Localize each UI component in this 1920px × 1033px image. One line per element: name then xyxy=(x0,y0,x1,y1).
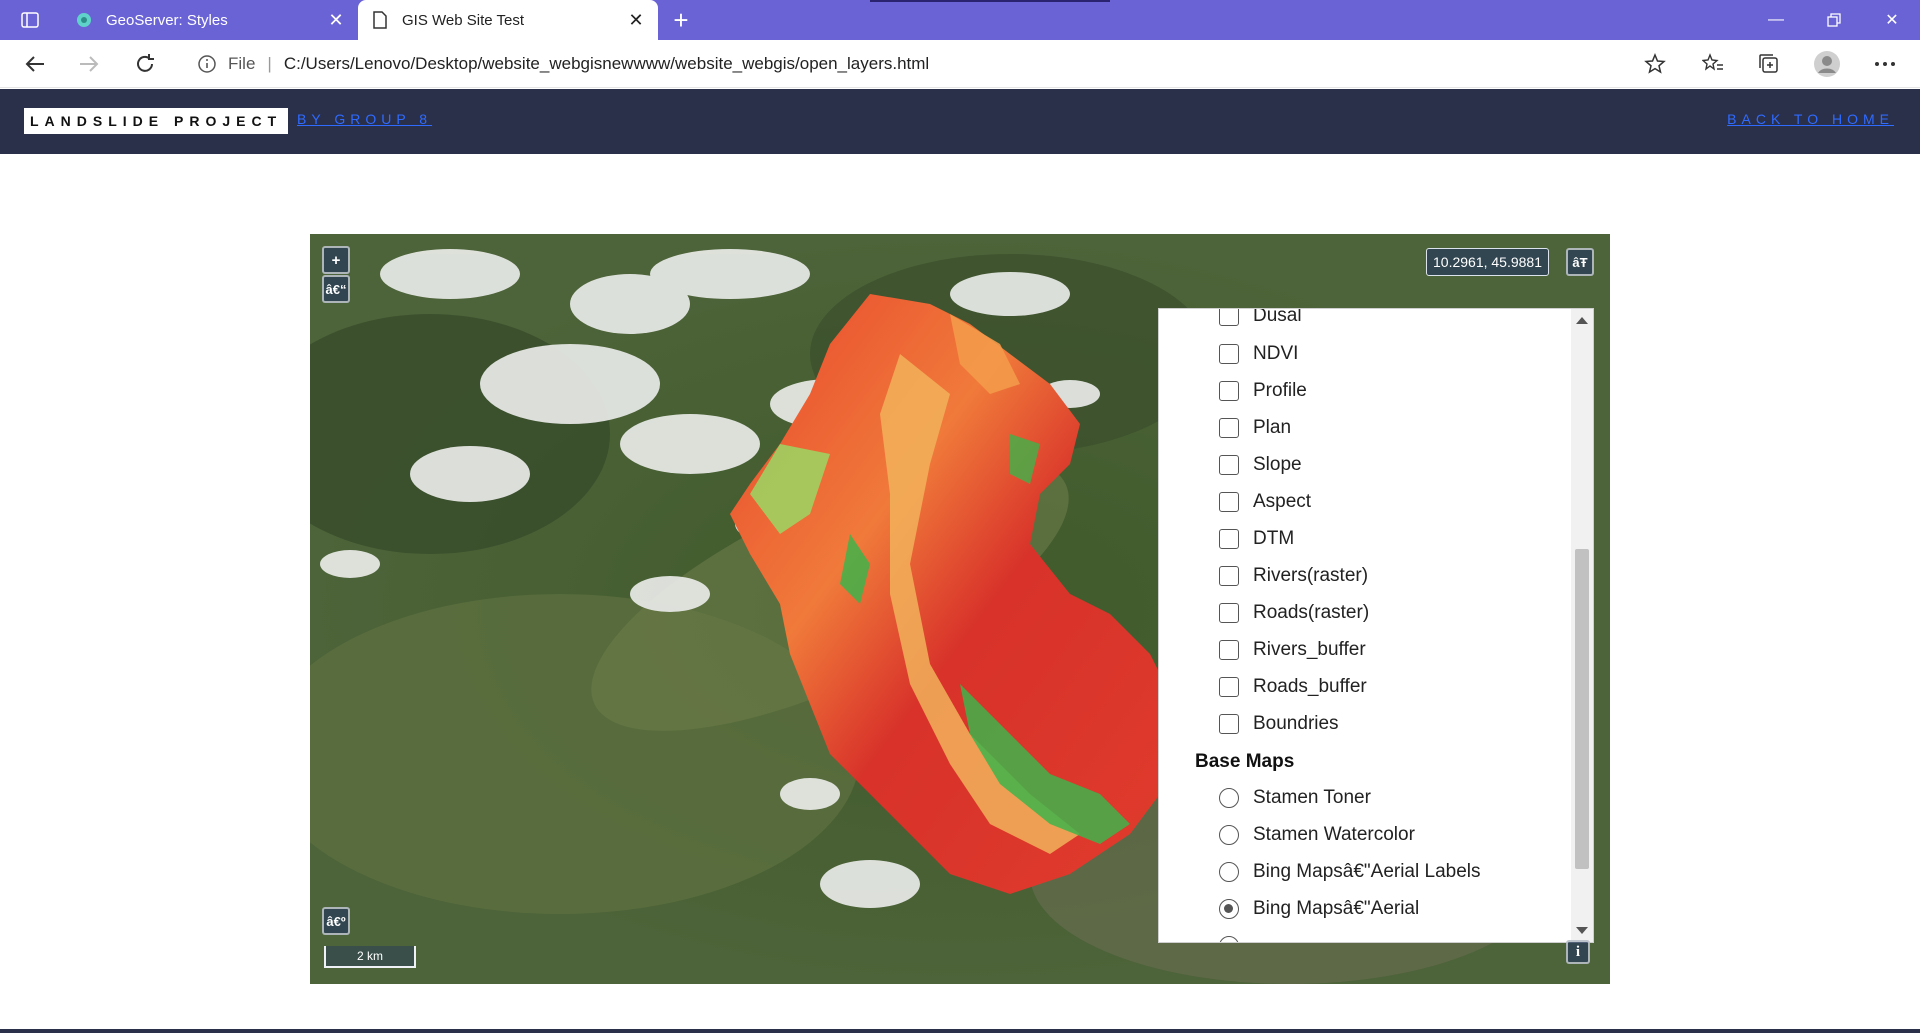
basemap-radio[interactable] xyxy=(1219,862,1239,882)
layer-row-rivers-raster[interactable]: Rivers(raster) xyxy=(1219,561,1368,591)
refresh-icon[interactable] xyxy=(128,48,162,80)
layer-label: Rivers(raster) xyxy=(1253,565,1369,586)
address-bar[interactable]: File | C:/Users/Lenovo/Desktop/website_w… xyxy=(180,46,1680,82)
layer-checkbox[interactable] xyxy=(1219,529,1239,549)
window-drag-indicator xyxy=(870,0,1110,2)
page-icon xyxy=(370,10,390,30)
rotate-button[interactable]: â€º xyxy=(322,907,350,935)
layer-checkbox[interactable] xyxy=(1219,603,1239,623)
layer-row-plan[interactable]: Plan xyxy=(1219,413,1291,443)
basemap-radio[interactable] xyxy=(1219,936,1239,942)
basemap-label: Stamen Watercolor xyxy=(1253,824,1415,845)
basemap-row-bing-aerial-labels[interactable]: Bing Mapsâ€"Aerial Labels xyxy=(1219,857,1481,887)
add-favorite-icon[interactable] xyxy=(1638,48,1672,80)
browser-toolbar: File | C:/Users/Lenovo/Desktop/website_w… xyxy=(0,40,1920,88)
close-tab-icon[interactable]: ✕ xyxy=(322,6,350,34)
zoom-in-button[interactable]: + xyxy=(322,246,350,274)
layer-row-profile[interactable]: Profile xyxy=(1219,376,1307,406)
basemap-radio[interactable] xyxy=(1219,825,1239,845)
basemap-row-bing-aerial[interactable]: Bing Mapsâ€"Aerial xyxy=(1219,894,1419,924)
layer-row-aspect[interactable]: Aspect xyxy=(1219,487,1311,517)
zoom-out-button[interactable]: â€“ xyxy=(322,275,350,303)
base-maps-title: Base Maps xyxy=(1195,751,1295,772)
tab-gis-web-site-test[interactable]: GIS Web Site Test ✕ xyxy=(358,0,658,40)
layer-label: DTM xyxy=(1253,528,1295,549)
layer-checkbox[interactable] xyxy=(1219,309,1239,326)
layer-label: Dusal xyxy=(1253,308,1302,326)
basemap-row-stamen-toner[interactable]: Stamen Toner xyxy=(1219,783,1371,813)
layer-label: Plan xyxy=(1253,417,1292,438)
tab-geoserver-styles[interactable]: GeoServer: Styles ✕ xyxy=(62,0,358,40)
basemap-row-partial[interactable] xyxy=(1219,931,1253,942)
basemap-radio-selected[interactable] xyxy=(1219,899,1239,919)
scale-line: 2 km xyxy=(324,946,416,968)
brand-logo[interactable]: LANDSLIDE PROJECT xyxy=(24,108,289,134)
tab-title: GIS Web Site Test xyxy=(402,11,524,29)
tab-title: GeoServer: Styles xyxy=(106,11,228,29)
layer-row-slope[interactable]: Slope xyxy=(1219,450,1302,480)
layer-row-dtm[interactable]: DTM xyxy=(1219,524,1294,554)
back-icon[interactable] xyxy=(18,48,52,80)
back-to-home-link[interactable]: BACK TO HOME xyxy=(1727,111,1894,127)
map-viewport[interactable]: + â€“ 10.2961, 45.9881 âŦ Dusal NDVI Pro… xyxy=(310,234,1610,984)
layer-checkbox[interactable] xyxy=(1219,381,1239,401)
layer-label: Aspect xyxy=(1253,491,1312,512)
layer-checkbox[interactable] xyxy=(1219,640,1239,660)
basemap-label: Bing Mapsâ€"Aerial Labels xyxy=(1253,861,1481,882)
basemap-label: Bing Mapsâ€"Aerial xyxy=(1253,898,1420,919)
panel-scrollbar[interactable] xyxy=(1571,309,1593,942)
layer-row-ndvi[interactable]: NDVI xyxy=(1219,339,1298,369)
close-window-icon[interactable]: ✕ xyxy=(1864,0,1920,40)
scroll-down-icon[interactable] xyxy=(1576,927,1588,934)
collections-icon[interactable] xyxy=(1752,48,1786,80)
site-header: LANDSLIDE PROJECT BY GROUP 8 BACK TO HOM… xyxy=(0,89,1920,154)
close-tab-icon[interactable]: ✕ xyxy=(622,6,650,34)
browser-tab-strip: GeoServer: Styles ✕ GIS Web Site Test ✕ … xyxy=(0,0,1920,40)
layer-row-rivers-buffer[interactable]: Rivers_buffer xyxy=(1219,635,1366,665)
minimize-icon[interactable]: — xyxy=(1748,0,1804,40)
scroll-up-icon[interactable] xyxy=(1576,317,1588,324)
scrollbar-thumb[interactable] xyxy=(1575,549,1589,869)
restore-icon[interactable] xyxy=(1806,0,1862,40)
attribution-button[interactable]: i xyxy=(1566,940,1590,964)
url-text[interactable]: C:/Users/Lenovo/Desktop/website_webgisne… xyxy=(284,54,929,74)
new-tab-button[interactable]: + xyxy=(666,5,696,35)
tab-actions-icon[interactable] xyxy=(14,8,46,32)
layer-checkbox[interactable] xyxy=(1219,492,1239,512)
basemap-row-stamen-watercolor[interactable]: Stamen Watercolor xyxy=(1219,820,1415,850)
layer-checkbox[interactable] xyxy=(1219,455,1239,475)
layer-label: NDVI xyxy=(1253,343,1299,364)
basemap-radio[interactable] xyxy=(1219,788,1239,808)
profile-avatar[interactable] xyxy=(1810,48,1844,80)
layer-switcher-button[interactable]: âŦ xyxy=(1566,248,1594,276)
layer-label: Rivers_buffer xyxy=(1253,639,1366,660)
layer-label: Roads_buffer xyxy=(1253,676,1367,697)
layer-row-roads-buffer[interactable]: Roads_buffer xyxy=(1219,672,1367,702)
basemap-label: Stamen Toner xyxy=(1253,787,1371,808)
layer-checkbox[interactable] xyxy=(1219,566,1239,586)
more-menu-icon[interactable] xyxy=(1868,48,1902,80)
byline-link[interactable]: BY GROUP 8 xyxy=(297,111,432,127)
layer-row-partial[interactable]: Dusal xyxy=(1219,308,1302,331)
favorites-icon[interactable] xyxy=(1696,48,1730,80)
layer-row-roads-raster[interactable]: Roads(raster) xyxy=(1219,598,1369,628)
info-icon[interactable] xyxy=(196,53,218,75)
layer-checkbox[interactable] xyxy=(1219,677,1239,697)
layer-row-boundries[interactable]: Boundries xyxy=(1219,709,1339,739)
mouse-position-readout: 10.2961, 45.9881 xyxy=(1426,248,1549,276)
layer-label: Roads(raster) xyxy=(1253,602,1370,623)
layer-switcher-panel[interactable]: Dusal NDVI Profile Plan Slope Aspect DTM… xyxy=(1158,308,1594,943)
forward-icon[interactable] xyxy=(72,48,106,80)
scheme-label: File xyxy=(228,54,256,73)
layer-checkbox[interactable] xyxy=(1219,418,1239,438)
geoserver-icon xyxy=(74,10,94,30)
layer-checkbox[interactable] xyxy=(1219,714,1239,734)
layer-checkbox[interactable] xyxy=(1219,344,1239,364)
address-separator: | xyxy=(267,54,272,73)
page-footer-strip xyxy=(0,1029,1920,1033)
layer-label: Slope xyxy=(1253,454,1302,475)
layer-label: Profile xyxy=(1253,380,1307,401)
layer-label: Boundries xyxy=(1253,713,1339,734)
